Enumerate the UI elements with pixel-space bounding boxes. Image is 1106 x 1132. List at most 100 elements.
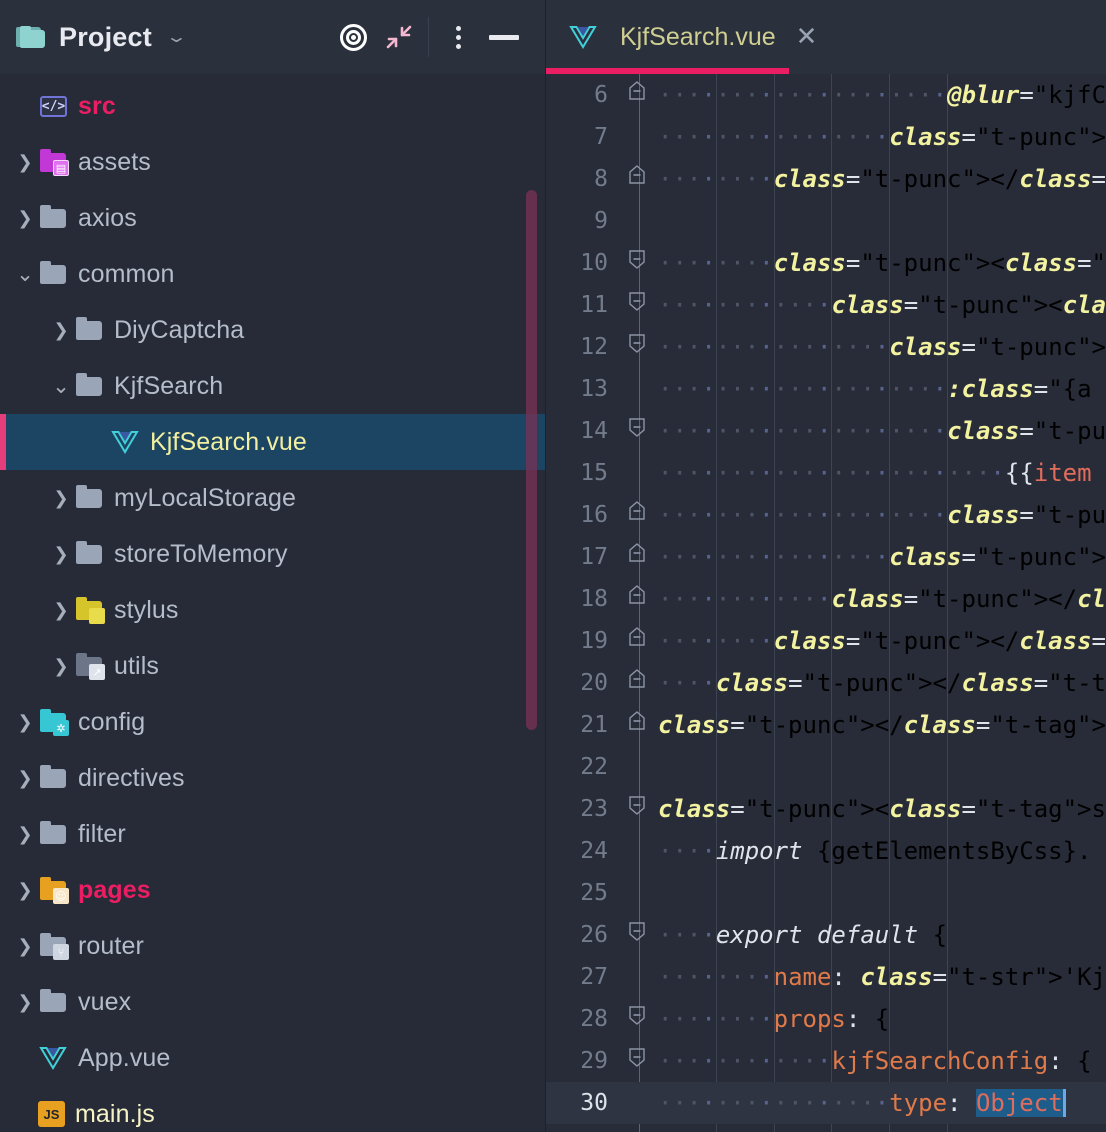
code-line[interactable]: 27 ········name: class="t-str">'KjfSearch… [546,956,1106,998]
fold-end-icon[interactable] [622,494,652,536]
code-line[interactable]: 19 ········class="t-punc"></class="t-tag"… [546,620,1106,662]
code-line[interactable]: 23 class="t-punc"><class="t-tag">scriptcl… [546,788,1106,830]
tree-item-app-vue[interactable]: App.vue [0,1030,545,1086]
text-cursor [1062,1089,1066,1117]
code-line[interactable]: 20 ····class="t-punc"></class="t-tag">div… [546,662,1106,704]
code-line[interactable]: 11 ············class="t-punc"><class="t-t… [546,284,1106,326]
tab-kjfsearch-vue[interactable]: KjfSearch.vue ✕ [546,0,835,74]
locate-target-icon[interactable] [330,14,376,60]
chevron-right-icon[interactable]: ❯ [48,600,74,621]
code-line[interactable]: 10 ········class="t-punc"><class="t-tag">… [546,242,1106,284]
fold-start-icon[interactable] [622,326,652,368]
chevron-right-icon[interactable]: ❯ [48,320,74,341]
tree-item-router[interactable]: ❯ ⑂ router [0,918,545,974]
chevron-right-icon[interactable]: ❯ [12,208,38,229]
code-line[interactable]: 9 [546,200,1106,242]
code-line[interactable]: 12 ················class="t-punc"><class=… [546,326,1106,368]
tree-item-label: stylus [114,595,179,624]
ide-window: Project ⌄ </> src ❯ ▤ assets ❯ axios ⌄ c… [0,0,1106,1132]
chevron-right-icon[interactable]: ❯ [48,656,74,677]
code-line[interactable]: 22 [546,746,1106,788]
code-line[interactable]: 17 ················class="t-punc"></class… [546,536,1106,578]
code-line[interactable]: 8 ········class="t-punc"></class="t-tag">… [546,158,1106,200]
tree-item-directives[interactable]: ❯ directives [0,750,545,806]
code-line[interactable]: 24 ····import {getElementsByCss}. [546,830,1106,872]
code-line[interactable]: 21 class="t-punc"></class="t-tag">templat… [546,704,1106,746]
tree-item-common[interactable]: ⌄ common [0,246,545,302]
code-area[interactable]: 6 ····················@blur="kjfC 7 ·······… [546,74,1106,1132]
fold-end-icon[interactable] [622,704,652,746]
hide-panel-icon[interactable] [481,14,527,60]
fold-start-icon[interactable] [622,242,652,284]
chevron-down-icon[interactable]: ⌄ [48,374,74,398]
project-file-tree[interactable]: </> src ❯ ▤ assets ❯ axios ⌄ common ❯ DiyCaptcha ⌄ K… [0,74,545,1132]
chevron-down-icon[interactable]: ⌄ [165,29,188,45]
fold-start-icon[interactable] [622,788,652,830]
chevron-down-icon[interactable]: ⌄ [12,262,38,286]
chevron-right-icon[interactable]: ❯ [12,768,38,789]
code-line[interactable]: 6 ····················@blur="kjfC [546,74,1106,116]
line-number: 27 [580,964,608,990]
tree-item-vuex[interactable]: ❯ vuex [0,974,545,1030]
fold-end-icon[interactable] [622,74,652,116]
tree-item-label: pages [78,875,151,904]
tree-item-kjfsearch[interactable]: ⌄ KjfSearch [0,358,545,414]
tree-item-utils[interactable]: ❯ ↗ utils [0,638,545,694]
tree-item-filter[interactable]: ❯ filter [0,806,545,862]
more-options-icon[interactable] [435,14,481,60]
tree-item-assets[interactable]: ❯ ▤ assets [0,134,545,190]
tree-item-src[interactable]: </> src [0,78,545,134]
code-line-text: ········class="t-punc"><class="t-tag">di… [658,249,1106,277]
code-line-text: ····················:class="{a [658,375,1092,403]
tree-item-storetomemory[interactable]: ❯ storeToMemory [0,526,545,582]
chevron-right-icon[interactable]: ❯ [12,936,38,957]
sidebar-scrollbar[interactable] [526,190,537,730]
code-line[interactable]: 13 ····················:class="{a [546,368,1106,410]
fold-end-icon[interactable] [622,620,652,662]
fold-start-icon[interactable] [622,998,652,1040]
code-line[interactable]: 25 [546,872,1106,914]
code-line[interactable]: 14 ····················class="t-punc"><cl… [546,410,1106,452]
code-line[interactable]: 29 ············kjfSearchConfig: { [546,1040,1106,1082]
code-line[interactable]: 28 ········props: { [546,998,1106,1040]
project-sidebar: Project ⌄ </> src ❯ ▤ assets ❯ axios ⌄ c… [0,0,546,1132]
fold-end-icon[interactable] [622,158,652,200]
tree-item-main-js[interactable]: JS main.js [0,1086,545,1132]
line-number: 26 [580,922,608,948]
tree-item-axios[interactable]: ❯ axios [0,190,545,246]
code-line[interactable]: 15 ························{{item [546,452,1106,494]
code-line[interactable]: 30 ················type: Object [546,1082,1106,1124]
chevron-right-icon[interactable]: ❯ [12,824,38,845]
fold-end-icon[interactable] [622,662,652,704]
tree-item-diycaptcha[interactable]: ❯ DiyCaptcha [0,302,545,358]
line-number: 23 [580,796,608,822]
code-line[interactable]: 7 ················class="t-punc"><class="… [546,116,1106,158]
chevron-right-icon[interactable]: ❯ [48,488,74,509]
tree-item-stylus[interactable]: ❯ stylus [0,582,545,638]
chevron-right-icon[interactable]: ❯ [12,152,38,173]
line-number: 11 [580,292,608,318]
chevron-right-icon[interactable]: ❯ [12,712,38,733]
tree-item-kjfsearch-vue[interactable]: KjfSearch.vue [0,414,545,470]
close-icon[interactable]: ✕ [796,24,818,50]
fold-start-icon[interactable] [622,914,652,956]
fold-start-icon[interactable] [622,410,652,452]
code-line[interactable]: 26 ····export default { [546,914,1106,956]
fold-end-icon[interactable] [622,578,652,620]
code-line[interactable]: 16 ····················class="t-punc"></c… [546,494,1106,536]
fold-start-icon[interactable] [622,284,652,326]
collapse-all-icon[interactable] [376,14,422,60]
chevron-right-icon[interactable]: ❯ [12,992,38,1013]
tree-item-config[interactable]: ❯ ✲ config [0,694,545,750]
folder-config-icon: ✲ [38,709,69,736]
line-number: 22 [580,754,608,780]
tree-item-pages[interactable]: ❯ ☺ pages [0,862,545,918]
folder-icon [38,989,68,1015]
tree-item-mylocalstorage[interactable]: ❯ myLocalStorage [0,470,545,526]
fold-end-icon[interactable] [622,536,652,578]
tree-item-label: router [78,931,144,960]
code-line[interactable]: 18 ············class="t-punc"></class="t-… [546,578,1106,620]
chevron-right-icon[interactable]: ❯ [12,880,38,901]
chevron-right-icon[interactable]: ❯ [48,544,74,565]
fold-start-icon[interactable] [622,1040,652,1082]
